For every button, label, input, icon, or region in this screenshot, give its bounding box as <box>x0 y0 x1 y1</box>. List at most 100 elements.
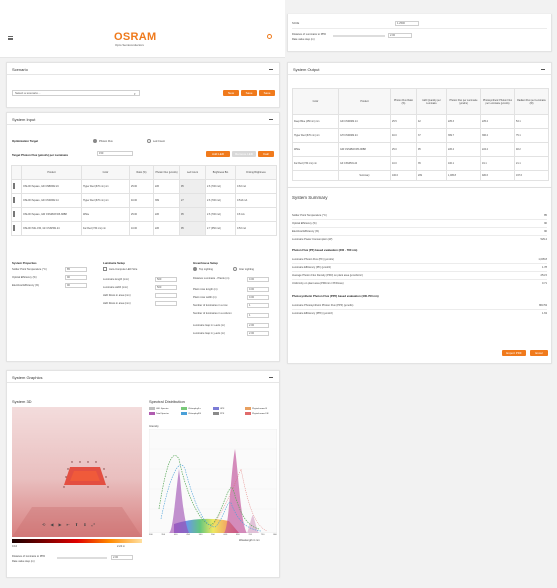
row-drive[interactable]: 0.53 <box>237 227 242 230</box>
minimize-icon[interactable] <box>269 377 273 378</box>
rotate-back-icon[interactable]: ⇤ <box>67 522 70 527</box>
gh-gap-y-input[interactable]: 2.00 <box>247 331 269 336</box>
legend-item[interactable]: Total Spectra <box>149 412 181 415</box>
bottom-slider[interactable] <box>57 557 107 559</box>
minimize-icon[interactable] <box>269 69 273 70</box>
radio-led-count[interactable] <box>147 139 151 143</box>
legend-item[interactable]: Phytochrome R <box>245 407 277 410</box>
gh-distance-input[interactable]: 0.00 <box>247 277 269 282</box>
save-scenario-button[interactable]: Save <box>241 90 257 96</box>
rotate-right-icon[interactable]: ▶ <box>58 522 61 527</box>
row-ratio[interactable]: 25.00 <box>129 179 154 194</box>
led-table: Product Color Ratio (%) Photon Flux (µmo… <box>11 165 277 236</box>
optical-eff-input[interactable]: 90 <box>65 275 87 280</box>
spectral-y-label: Intensity <box>149 425 159 428</box>
distance-slider[interactable] <box>333 35 385 37</box>
minimize-icon[interactable] <box>269 119 273 120</box>
drag-handle-icon[interactable] <box>13 211 15 217</box>
distance-input[interactable]: 2.00 <box>388 33 412 38</box>
rotate-down-icon[interactable]: ⬇ <box>83 522 86 527</box>
out-flux: 369.7 <box>446 128 481 143</box>
auto-compute-checkbox[interactable] <box>103 267 107 271</box>
system-input-title: System Input <box>7 113 279 125</box>
radio-photon-flux[interactable] <box>93 139 97 143</box>
lum-length-input[interactable]: 500 <box>155 277 177 282</box>
row-count[interactable]: 95 <box>179 221 206 236</box>
rotate-left-icon[interactable]: ◀ <box>50 522 53 527</box>
system-summary-title: System Summary <box>292 195 328 200</box>
row-drive[interactable]: 0.513 <box>237 199 243 202</box>
legend-item[interactable]: Chlorophyll B <box>181 412 213 415</box>
out-ratio: 25.5 <box>390 114 417 129</box>
gh-num-col-input[interactable]: 1 <box>247 313 269 318</box>
out-col-ratio: Photon Flux Ratio (%) <box>390 88 417 115</box>
add-led-button[interactable]: Add LED <box>206 151 230 157</box>
scce-label: SCCE <box>292 22 300 25</box>
auto-compute-label: Auto-Compute LED Size <box>109 268 138 271</box>
lum-width-input[interactable]: 500 <box>155 285 177 290</box>
summary-item: Luminaire Photon Flux (PF) (µmol/s) 1,005… <box>292 258 547 261</box>
out-color: Deep Blue (450 nm) nm <box>292 114 339 129</box>
radio-top-lighting[interactable] <box>193 267 197 271</box>
solder-temp-input[interactable]: 85 <box>65 267 87 272</box>
row-drive[interactable]: 0.63 <box>237 185 242 188</box>
row-bin[interactable]: 2.6 (700 mA) <box>205 207 236 222</box>
row-bin[interactable]: 2.6 (700 mA) <box>205 193 236 208</box>
excel-button[interactable]: Excel <box>530 350 548 356</box>
export-pdf-button[interactable]: Export PDF <box>502 350 526 356</box>
drag-handle-icon[interactable] <box>13 183 15 189</box>
scce-input[interactable]: 1.2500 <box>395 21 419 26</box>
drag-handle-icon[interactable] <box>13 197 15 203</box>
radio-inter-lighting[interactable] <box>233 267 237 271</box>
summary-item: Luminaire Power Consumption (W) 529.4 <box>292 238 547 241</box>
new-scenario-button[interactable]: New <box>223 90 239 96</box>
bottom-distance-input[interactable]: 2.00 <box>111 555 133 560</box>
search-icon[interactable] <box>267 34 272 39</box>
row-count[interactable]: 95 <box>179 207 206 222</box>
hamburger-icon[interactable] <box>8 36 13 40</box>
rotate-up-icon[interactable]: ⬆ <box>75 522 78 527</box>
minimize-icon[interactable] <box>541 69 545 70</box>
row-count[interactable]: 95 <box>179 179 206 194</box>
scenario-panel: Scenario Select a scenario... ▾ New Save… <box>6 62 280 108</box>
remove-led-button[interactable]: Remove LED <box>232 151 256 157</box>
table-row: White GW CSSRM3.W5-N6B8 25.0 95 226.4 22… <box>292 142 549 157</box>
reset-view-icon[interactable]: ⤢ <box>92 522 95 527</box>
out-color: Far Red (730 nm) nm <box>292 156 339 171</box>
row-ratio[interactable]: 10.00 <box>129 221 154 236</box>
out-product: GW CSSRM3.W5-N6B8 <box>338 142 391 157</box>
led-cols-input[interactable] <box>155 301 177 306</box>
led-rows-input[interactable] <box>155 293 177 298</box>
row-ratio[interactable]: 40.00 <box>129 193 154 208</box>
legend-item[interactable]: UPF <box>213 407 245 410</box>
target-input[interactable]: 150 <box>97 151 133 156</box>
calc-button[interactable]: Calc <box>258 151 274 157</box>
gh-num-col-label: Number of luminaires in a column <box>193 312 232 315</box>
gh-row-length-input[interactable]: 0.00 <box>247 287 269 292</box>
col-flux: Photon Flux (µmol/s) <box>153 165 180 180</box>
spectral-chart <box>148 428 278 534</box>
system-3d-view[interactable] <box>12 407 142 537</box>
gh-gap-x-input[interactable]: 2.00 <box>247 323 269 328</box>
row-bin[interactable]: 2.7 (350 mA) <box>205 221 236 236</box>
legend-item[interactable]: PPF <box>213 412 245 415</box>
distance-label: Distance of Luminaire to PPD <box>292 33 327 36</box>
out-qty: 35 <box>416 156 447 171</box>
row-unit: mA <box>242 185 246 188</box>
electrical-eff-input[interactable]: 90 <box>65 283 87 288</box>
save-as-scenario-button[interactable]: Save <box>259 90 275 96</box>
legend-item[interactable]: Phytochrome FR <box>245 412 277 415</box>
legend-item[interactable]: Chlorophyll a <box>181 407 213 410</box>
row-bin[interactable]: 2.6 (700 mA) <box>205 179 236 194</box>
row-ratio[interactable]: 25.00 <box>129 207 154 222</box>
scenario-select[interactable]: Select a scenario... <box>12 90 140 96</box>
row-count[interactable]: 27 <box>179 193 206 208</box>
gh-row-width-input[interactable]: 0.00 <box>247 295 269 300</box>
row-drive[interactable]: 0.8 <box>237 213 240 216</box>
legend-item[interactable]: LED Spectra <box>149 407 181 410</box>
gh-gap-x-label: Luminaire Gap in x-axis (m) <box>193 324 225 327</box>
gh-num-row-input[interactable]: 1 <box>247 303 269 308</box>
rotate-icon[interactable]: ⟲ <box>42 522 45 527</box>
drag-handle-icon[interactable] <box>13 225 15 231</box>
out-color: Hyper Red (670 nm) nm <box>292 128 339 143</box>
